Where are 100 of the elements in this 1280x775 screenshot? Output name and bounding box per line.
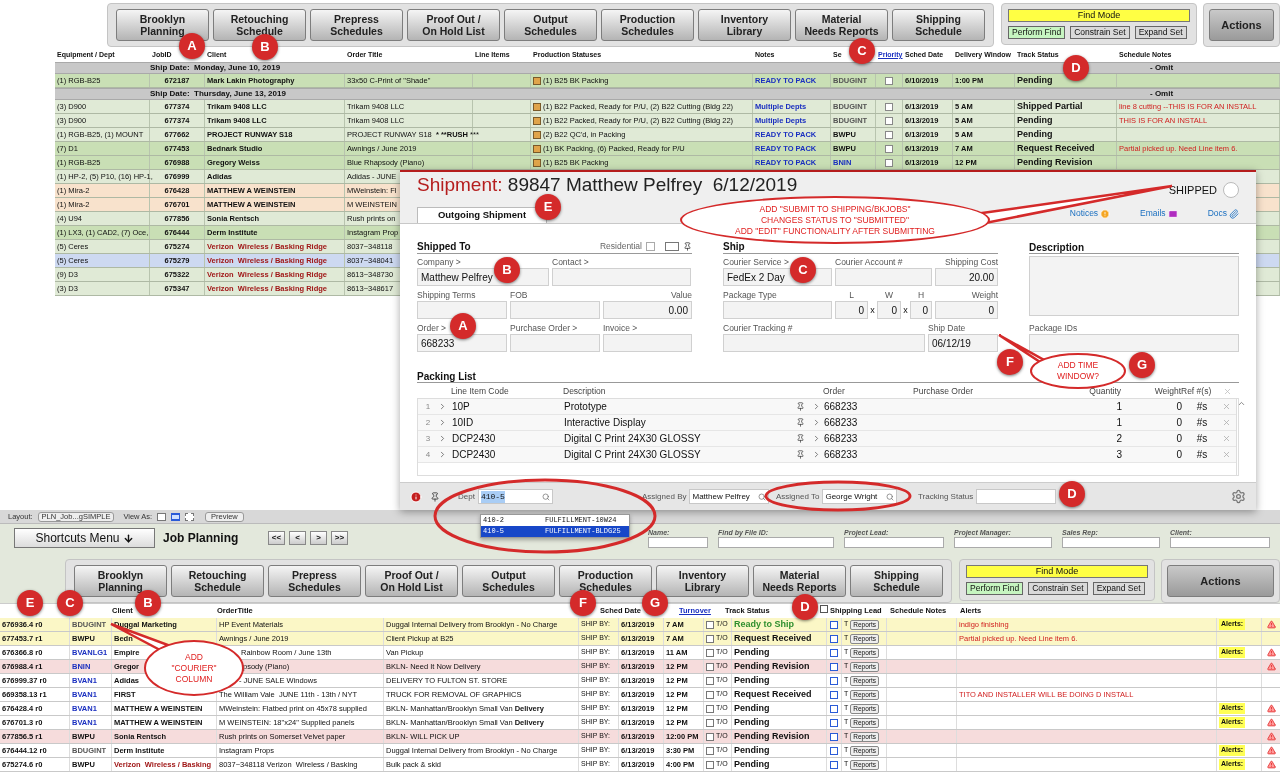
expand-set-button[interactable]: Expand Set [1134, 26, 1187, 39]
link[interactable]: Emails [1140, 207, 1166, 220]
nav-button[interactable]: Inventory Library [698, 9, 791, 41]
link[interactable]: Docs [1207, 207, 1227, 220]
pager-button[interactable]: << [268, 531, 285, 545]
checkbox[interactable] [885, 130, 893, 139]
checkbox[interactable] [819, 605, 828, 614]
ref-link[interactable]: #s [1196, 431, 1208, 446]
input-field[interactable]: George Wright [822, 489, 898, 504]
actions-button[interactable]: Actions [1167, 565, 1274, 597]
pager-button[interactable]: >> [331, 531, 348, 545]
nav-button[interactable]: Inventory Library [656, 565, 749, 597]
shortcuts-menu-button[interactable]: Shortcuts Menu [14, 528, 155, 548]
checkbox[interactable] [706, 732, 714, 741]
checkbox[interactable] [885, 76, 893, 85]
checkbox[interactable] [885, 144, 893, 153]
input-field[interactable] [718, 537, 834, 548]
nav-button[interactable]: Brooklyn Planning [116, 9, 209, 41]
checkbox[interactable] [830, 662, 838, 671]
pin-icon[interactable] [796, 418, 805, 427]
input-field[interactable] [417, 301, 507, 319]
nav-button[interactable]: Prepress Schedules [268, 565, 361, 597]
nav-button[interactable]: Material Needs Reports [795, 9, 888, 41]
constrain-set-button[interactable]: Constrain Set [1070, 26, 1130, 39]
pager-button[interactable]: > [310, 531, 327, 545]
checkbox[interactable] [830, 676, 838, 685]
ref-link[interactable]: #s [1196, 447, 1208, 462]
input-field[interactable] [1062, 537, 1160, 548]
input-field[interactable] [1170, 537, 1270, 548]
link[interactable]: Notices [1069, 207, 1099, 220]
ref-link[interactable]: #s [1196, 415, 1208, 430]
checkbox[interactable] [885, 158, 893, 167]
checkbox[interactable] [830, 732, 838, 741]
input-field[interactable]: 0 [910, 301, 932, 319]
input-field[interactable] [510, 301, 600, 319]
nav-button[interactable]: Prepress Schedules [310, 9, 403, 41]
pin-icon[interactable] [683, 242, 692, 251]
nav-button[interactable]: Production Schedules [601, 9, 694, 41]
pager-button[interactable]: < [289, 531, 306, 545]
checkbox[interactable] [706, 634, 714, 643]
pin-icon[interactable] [796, 402, 805, 411]
nav-button[interactable]: Output Schedules [462, 565, 555, 597]
expand-set-button[interactable]: Expand Set [1092, 582, 1145, 595]
checkbox[interactable] [830, 634, 838, 643]
card-icon[interactable] [665, 242, 679, 251]
delete-icon[interactable] [1222, 402, 1231, 411]
input-field[interactable] [1029, 334, 1239, 352]
pin-icon[interactable] [796, 434, 805, 443]
input-field[interactable] [954, 537, 1052, 548]
delete-icon[interactable] [1222, 418, 1231, 427]
perform-find-button[interactable]: Perform Find [1008, 26, 1066, 39]
checkbox[interactable] [706, 704, 714, 713]
checkbox[interactable] [646, 242, 655, 251]
input-field[interactable] [976, 489, 1057, 504]
scroll-up-icon[interactable] [1237, 399, 1246, 408]
nav-button[interactable]: Shipping Schedule [892, 9, 985, 41]
input-field[interactable]: 06/12/19 [928, 334, 998, 352]
checkbox[interactable] [706, 620, 714, 629]
checkbox[interactable] [830, 760, 838, 769]
checkbox[interactable] [706, 662, 714, 671]
checkbox[interactable] [706, 648, 714, 657]
nav-button[interactable]: Proof Out / On Hold List [365, 565, 458, 597]
pin-icon[interactable] [796, 450, 805, 459]
checkbox[interactable] [830, 648, 838, 657]
input-field[interactable] [723, 334, 925, 352]
list-view-icon[interactable] [171, 512, 181, 521]
nav-button[interactable]: Retouching Schedule [171, 565, 264, 597]
actions-button[interactable]: Actions [1209, 9, 1274, 41]
checkbox[interactable] [706, 760, 714, 769]
description-field[interactable] [1029, 256, 1239, 316]
input-field[interactable]: 668233 [417, 334, 507, 352]
nav-button[interactable]: Retouching Schedule [213, 9, 306, 41]
input-field[interactable] [603, 334, 692, 352]
nav-button[interactable]: Material Needs Reports [753, 565, 846, 597]
checkbox[interactable] [830, 690, 838, 699]
checkbox[interactable] [706, 676, 714, 685]
checkbox[interactable] [885, 116, 893, 125]
nav-button[interactable]: Output Schedules [504, 9, 597, 41]
input-field[interactable]: 20.00 [935, 268, 998, 286]
input-field[interactable]: 0 [935, 301, 998, 319]
checkbox[interactable] [830, 704, 838, 713]
input-field[interactable] [552, 268, 691, 286]
ref-link[interactable]: #s [1196, 399, 1208, 414]
checkbox[interactable] [706, 746, 714, 755]
checkbox[interactable] [885, 102, 893, 111]
pin-icon[interactable] [430, 491, 440, 502]
nav-button[interactable]: Production Schedules [559, 565, 652, 597]
input-field[interactable]: Matthew Pelfrey [689, 489, 770, 504]
checkbox[interactable] [830, 718, 838, 727]
perform-find-button[interactable]: Perform Find [966, 582, 1024, 595]
settings-icon[interactable] [1231, 489, 1246, 504]
nav-button[interactable]: Proof Out / On Hold List [407, 9, 500, 41]
status-toggle[interactable] [1223, 182, 1239, 199]
checkbox[interactable] [830, 620, 838, 629]
input-field[interactable] [510, 334, 600, 352]
input-field[interactable]: 0.00 [603, 301, 692, 319]
checkbox[interactable] [706, 690, 714, 699]
constrain-set-button[interactable]: Constrain Set [1028, 582, 1088, 595]
info-icon[interactable] [410, 490, 422, 503]
input-field[interactable]: 0 [877, 301, 901, 319]
